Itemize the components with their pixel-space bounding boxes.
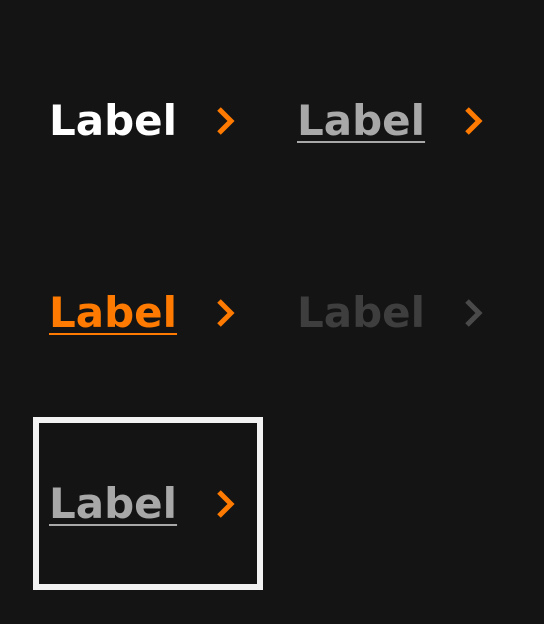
link-button-label: Label	[49, 96, 178, 145]
link-button-label: Label	[49, 288, 178, 337]
link-button-label: Label	[297, 96, 426, 145]
link-button-states-canvas: Label Label Label Label Label	[0, 0, 544, 624]
link-button-default[interactable]: Label	[49, 91, 237, 151]
link-button-disabled: Label	[297, 283, 485, 343]
link-button-focus[interactable]: Label	[49, 474, 237, 534]
chevron-right-icon	[213, 488, 237, 520]
link-button-hover[interactable]: Label	[297, 91, 485, 151]
link-button-label: Label	[297, 288, 426, 337]
link-button-active[interactable]: Label	[49, 283, 237, 343]
chevron-right-icon	[461, 105, 485, 137]
link-button-label: Label	[49, 479, 178, 528]
chevron-right-icon	[461, 297, 485, 329]
chevron-right-icon	[213, 297, 237, 329]
chevron-right-icon	[213, 105, 237, 137]
